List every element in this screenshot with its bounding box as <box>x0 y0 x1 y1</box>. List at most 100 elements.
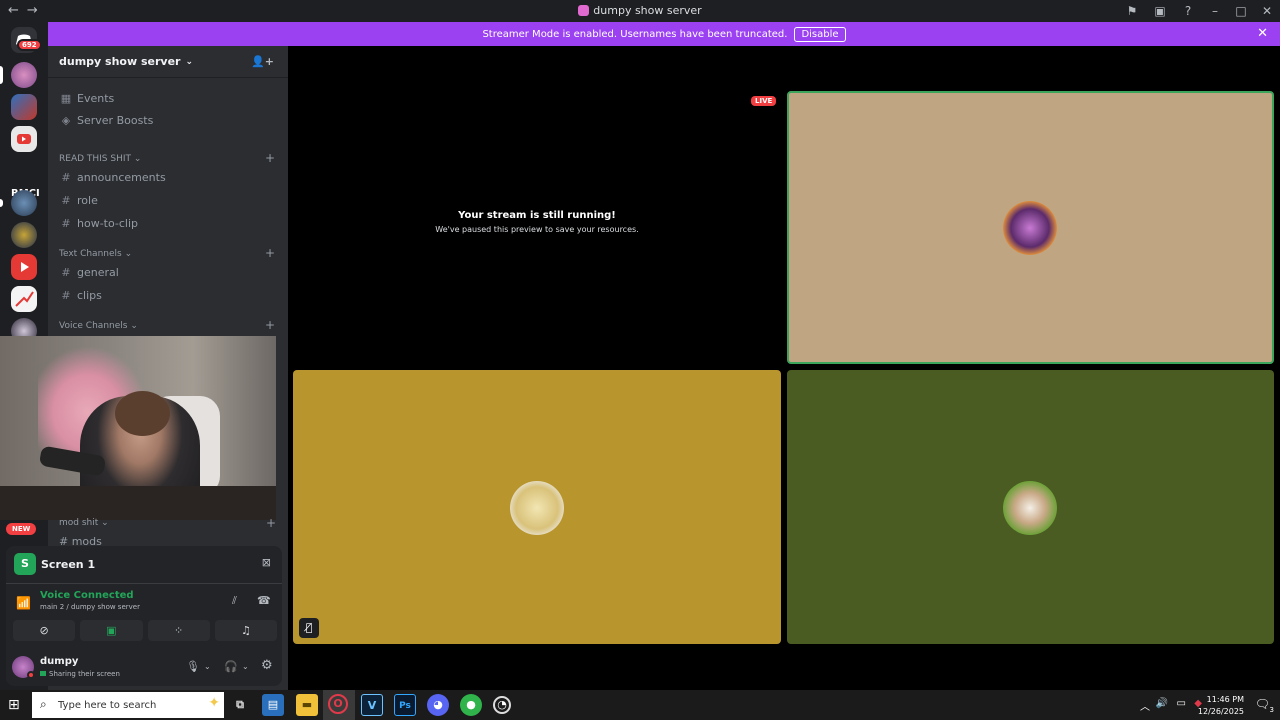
calendar-icon: ▦ <box>60 91 72 105</box>
tray-expand-icon[interactable]: ︿ <box>1140 698 1150 713</box>
system-tray: ︿ 🔊 ▭ ◆ 11:46 PM 12/26/2025 🗨 3 <box>1130 690 1280 720</box>
user-status: Sharing their screen <box>40 670 120 678</box>
minimize-button[interactable]: – <box>1202 4 1228 18</box>
channel-label: general <box>77 265 119 279</box>
close-banner-icon[interactable]: ✕ <box>1257 26 1268 41</box>
back-arrow-icon[interactable]: ← <box>8 3 19 18</box>
stream-paused-message: Your stream is still running! We've paus… <box>293 210 781 234</box>
task-view-icon[interactable]: ⧉ <box>229 694 251 716</box>
divider <box>6 583 282 584</box>
windows-start-icon[interactable]: ⊞ <box>8 697 20 713</box>
network-icon[interactable]: ▭ <box>1177 698 1186 709</box>
notification-count: 3 <box>1269 706 1274 714</box>
clock[interactable]: 11:46 PM 12/26/2025 <box>1198 694 1244 718</box>
category-read-this[interactable]: READ THIS SHIT ⌄ + <box>59 151 279 165</box>
volume-icon[interactable]: 🔊 <box>1156 698 1168 709</box>
screen-icon[interactable]: ▣ <box>1146 4 1174 18</box>
channel-role[interactable]: # role <box>57 190 279 210</box>
obs-app-icon[interactable]: ◔ <box>493 696 511 714</box>
widgets-app-icon[interactable]: ▤ <box>262 694 284 716</box>
noise-suppression-icon[interactable]: ⫽ <box>232 594 237 608</box>
server-youtube-white[interactable] <box>11 126 37 152</box>
participant-tile-3[interactable] <box>787 370 1274 644</box>
channel-general[interactable]: # general <box>57 262 279 282</box>
mic-icon[interactable]: 🎙 <box>186 660 200 673</box>
search-icon: ⌕ <box>40 697 47 711</box>
category-mod[interactable]: mod shit ⌄ <box>59 518 109 528</box>
notification-center-icon[interactable]: 🗨 <box>1255 697 1270 711</box>
hash-icon: # <box>61 193 71 207</box>
channel-announcements[interactable]: # announcements <box>57 167 279 187</box>
close-window-button[interactable]: ✕ <box>1254 4 1280 18</box>
server-chart[interactable] <box>11 286 37 312</box>
screen-share-icon: S <box>14 553 36 575</box>
channel-label: announcements <box>77 170 166 184</box>
banner-text: Streamer Mode is enabled. Usernames have… <box>482 28 788 40</box>
hash-icon: # <box>61 265 71 279</box>
server-raccoon[interactable] <box>0 190 37 216</box>
taskbar-search[interactable]: ⌕ Type here to search ✦ <box>32 692 224 718</box>
clock-time: 11:46 PM <box>1206 695 1244 704</box>
voice-status[interactable]: Voice Connected <box>40 590 134 601</box>
server-badge-logo[interactable] <box>11 222 37 248</box>
nav-events[interactable]: ▦ Events <box>57 88 279 108</box>
mic-options-chevron-icon[interactable]: ⌄ <box>204 662 211 671</box>
file-explorer-icon[interactable]: ▬ <box>296 694 318 716</box>
create-channel-icon[interactable]: + <box>266 516 276 530</box>
chart-line-icon <box>15 291 34 307</box>
audio-options-chevron-icon[interactable]: ⌄ <box>242 662 249 671</box>
user-status-text: Sharing their screen <box>49 670 120 678</box>
participant-tile-2[interactable] <box>293 370 781 644</box>
participant-tile-1[interactable] <box>787 91 1274 364</box>
nav-server-boosts[interactable]: ◈ Server Boosts <box>57 110 279 130</box>
create-channel-icon[interactable]: + <box>265 151 275 165</box>
server-header[interactable]: dumpy show server ⌄ 👤+ <box>48 46 288 78</box>
user-name[interactable]: dumpy <box>40 656 78 667</box>
settings-gear-icon[interactable]: ⚙ <box>261 658 273 673</box>
disconnect-icon[interactable]: ☎ <box>257 594 271 607</box>
webcam-overlay[interactable] <box>0 336 276 520</box>
category-text-channels[interactable]: Text Channels ⌄ + <box>59 246 279 260</box>
stop-stream-icon[interactable]: ⊠ <box>262 556 271 569</box>
window-title-text: dumpy show server <box>593 4 702 17</box>
mentions-badge: 692 <box>17 39 42 51</box>
channel-how-to-clip[interactable]: # how-to-clip <box>57 213 279 233</box>
vegas-app-icon[interactable]: V <box>361 694 383 716</box>
server-youtube-red[interactable] <box>11 254 37 280</box>
unread-pill <box>0 199 3 207</box>
photoshop-app-icon[interactable]: Ps <box>394 694 416 716</box>
channel-label: clips <box>77 288 102 302</box>
activities-button[interactable]: ⁘ <box>147 620 210 641</box>
discord-app-icon[interactable]: ◕ <box>427 694 449 716</box>
disable-streamer-mode-button[interactable]: Disable <box>794 26 846 42</box>
status-dot <box>27 671 35 679</box>
server-rfc[interactable] <box>11 94 37 120</box>
green-app-icon[interactable]: ● <box>460 694 482 716</box>
invite-people-icon[interactable]: 👤+ <box>251 55 274 68</box>
screen-share-button[interactable]: ▣ <box>80 620 143 641</box>
channel-label: role <box>77 193 98 207</box>
camera-off-button[interactable]: ⊘ <box>13 620 76 641</box>
server-dumpy-show[interactable] <box>0 62 37 88</box>
category-mod-label: mod shit <box>59 518 99 528</box>
maximize-button[interactable]: □ <box>1228 4 1254 18</box>
help-icon[interactable]: ? <box>1174 4 1202 18</box>
create-channel-icon[interactable]: + <box>265 246 275 260</box>
server-name: dumpy show server <box>59 55 181 68</box>
voice-user-panel: S Screen 1 ⊠ 📶 Voice Connected main 2 / … <box>6 546 282 686</box>
soundboard-button[interactable]: ♫ <box>214 620 277 641</box>
events-label: Events <box>77 91 115 105</box>
forward-arrow-icon[interactable]: → <box>27 3 38 18</box>
channel-clips[interactable]: # clips <box>57 285 279 305</box>
inbox-flag-icon[interactable]: ⚑ <box>1118 4 1146 18</box>
category-read-label: READ THIS SHIT <box>59 154 132 164</box>
hash-icon: # <box>61 170 71 184</box>
category-voice-label: Voice Channels <box>59 321 128 331</box>
category-voice-channels[interactable]: Voice Channels ⌄ + <box>59 318 279 332</box>
screen-share-row[interactable]: S Screen 1 ⊠ <box>14 553 274 575</box>
create-channel-icon[interactable]: + <box>265 318 275 332</box>
opera-app-icon[interactable]: O <box>328 694 348 714</box>
headphones-icon[interactable]: 🎧 <box>224 660 238 673</box>
signal-icon: 📶 <box>16 596 31 610</box>
voice-location[interactable]: main 2 / dumpy show server <box>40 603 140 611</box>
